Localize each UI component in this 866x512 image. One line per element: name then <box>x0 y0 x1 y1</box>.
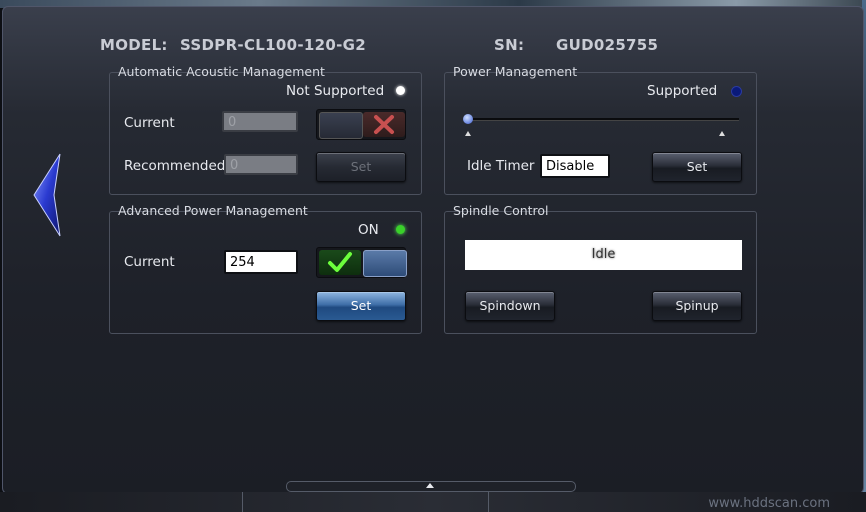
chevron-up-icon <box>426 483 434 488</box>
aam-toggle-left <box>319 112 363 139</box>
spindle-control-group: Spindle Control Idle Spindown Spinup <box>444 203 757 334</box>
aam-status-indicator <box>396 86 405 95</box>
apm-toggle-right <box>363 250 407 277</box>
aam-current-label: Current <box>124 115 175 131</box>
apm-toggle[interactable] <box>316 247 407 278</box>
taskbar-separator <box>242 492 243 512</box>
aam-set-button[interactable]: Set <box>316 152 406 182</box>
aam-status: Not Supported <box>286 83 385 99</box>
aam-group: Automatic Acoustic Management Not Suppor… <box>109 64 422 195</box>
spindle-state-display: Idle <box>465 240 742 270</box>
x-icon <box>374 115 394 134</box>
apm-set-button[interactable]: Set <box>316 291 406 321</box>
aam-current-field[interactable]: 0 <box>222 111 298 132</box>
taskbar-separator <box>488 492 489 512</box>
power-management-group: Power Management Supported Idle Timer Di… <box>444 64 757 195</box>
power-status: Supported <box>647 83 718 99</box>
power-slider-handle[interactable] <box>463 114 473 124</box>
apm-status: ON <box>358 222 379 238</box>
idle-timer-field[interactable]: Disable <box>540 154 610 178</box>
power-status-indicator <box>731 86 742 97</box>
aam-toggle[interactable] <box>316 109 406 140</box>
apm-toggle-left <box>319 250 361 275</box>
check-icon <box>328 252 352 272</box>
model-value: SSDPR-CL100-120-G2 <box>180 36 366 54</box>
watermark-text: www.hddscan.com <box>708 496 830 511</box>
aam-recommended-field[interactable]: 0 <box>224 154 298 175</box>
power-slider-track[interactable] <box>467 118 739 121</box>
back-arrow-icon[interactable] <box>30 152 66 238</box>
model-label: MODEL: <box>100 36 168 54</box>
power-set-button[interactable]: Set <box>652 152 742 182</box>
aam-recommended-label: Recommended <box>124 158 226 174</box>
apm-current-label: Current <box>124 254 175 270</box>
spindown-button[interactable]: Spindown <box>465 291 555 321</box>
sn-value: GUD025755 <box>556 36 659 54</box>
apm-status-indicator <box>396 225 405 234</box>
aam-toggle-right <box>363 112 405 137</box>
apm-current-field[interactable]: 254 <box>224 250 298 274</box>
idle-timer-label: Idle Timer <box>467 158 535 174</box>
bottom-scroll-tab[interactable] <box>286 481 576 492</box>
slider-max-tick <box>719 131 725 136</box>
slider-min-tick <box>465 131 471 136</box>
sn-label: SN: <box>494 36 525 54</box>
aam-title: Automatic Acoustic Management <box>118 64 325 79</box>
apm-group: Advanced Power Management ON Current 254… <box>109 203 422 334</box>
power-title: Power Management <box>453 64 578 79</box>
spindle-title: Spindle Control <box>453 203 549 218</box>
spinup-button[interactable]: Spinup <box>652 291 742 321</box>
apm-title: Advanced Power Management <box>118 203 308 218</box>
